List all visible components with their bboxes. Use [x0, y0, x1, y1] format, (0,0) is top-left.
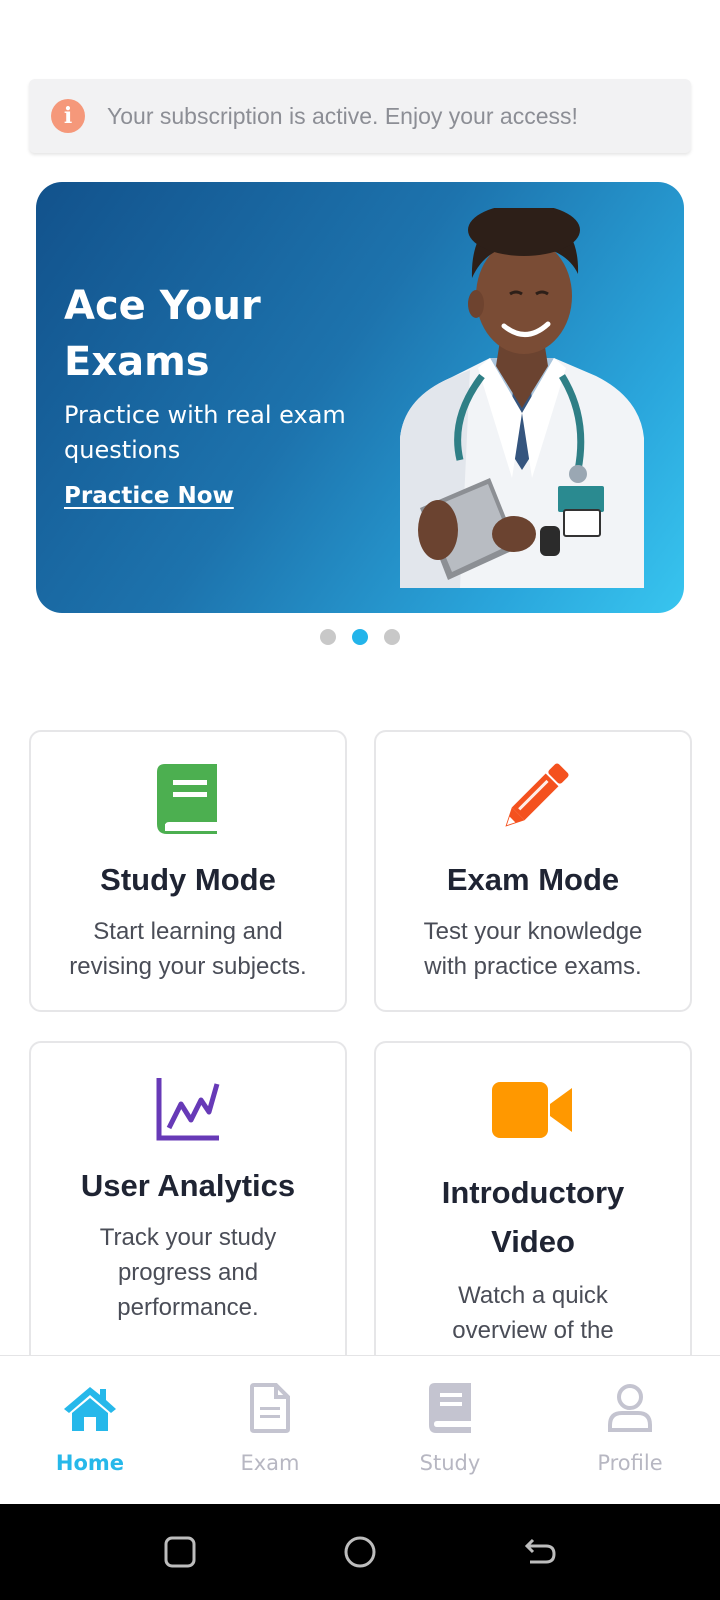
banner-title: Ace Your Exams: [64, 283, 261, 385]
carousel-dot-3[interactable]: [384, 629, 400, 645]
bottom-navigation: Home Exam Study Profile: [0, 1355, 720, 1504]
study-mode-title: Study Mode: [100, 862, 276, 897]
nav-study[interactable]: Study: [360, 1356, 540, 1505]
video-camera-icon: [492, 1082, 572, 1138]
system-navigation-bar: [0, 1504, 720, 1600]
carousel-dot-1[interactable]: [320, 629, 336, 645]
practice-now-link[interactable]: Practice Now: [64, 483, 234, 509]
exam-mode-title: Exam Mode: [446, 862, 620, 897]
user-analytics-card[interactable]: User Analytics Track your study progress…: [29, 1041, 347, 1355]
nav-profile-label: Profile: [597, 1451, 663, 1475]
nav-home-label: Home: [55, 1451, 125, 1475]
study-mode-description: Start learning and revising your subject…: [69, 918, 307, 980]
user-icon: [608, 1384, 652, 1432]
back-icon[interactable]: [522, 1534, 558, 1570]
chart-line-icon: [156, 1078, 220, 1141]
user-analytics-description: Track your study progress and performanc…: [99, 1224, 277, 1321]
nav-study-label: Study: [419, 1451, 481, 1475]
nav-home[interactable]: Home: [0, 1356, 180, 1505]
nav-exam-label: Exam: [240, 1451, 300, 1475]
exam-mode-card[interactable]: Exam Mode Test your knowledge with pract…: [374, 730, 692, 1012]
nav-exam[interactable]: Exam: [180, 1356, 360, 1505]
home-scroll-area[interactable]: i Your subscription is active. Enjoy you…: [0, 0, 720, 1355]
carousel-indicator: [0, 629, 720, 645]
exam-mode-description: Test your knowledge with practice exams.: [423, 918, 643, 980]
home-icon: [64, 1387, 116, 1431]
document-icon: [250, 1383, 290, 1433]
carousel-dot-2[interactable]: [352, 629, 368, 645]
introductory-video-description: Watch a quick overview of the platform.: [452, 1282, 614, 1355]
recent-apps-icon[interactable]: [162, 1534, 198, 1570]
info-icon: i: [51, 99, 85, 133]
introductory-video-title: Introductory Video: [441, 1175, 625, 1259]
notice-text: Your subscription is active. Enjoy your …: [107, 102, 578, 129]
introductory-video-card[interactable]: Introductory Video Watch a quick overvie…: [374, 1041, 692, 1355]
book-icon: [429, 1383, 471, 1433]
promo-banner[interactable]: Ace Your Exams Practice with real exam q…: [36, 182, 684, 613]
doctor-illustration: [400, 208, 644, 588]
banner-subtitle: Practice with real exam questions: [64, 401, 346, 464]
subscription-notice: i Your subscription is active. Enjoy you…: [29, 79, 691, 153]
study-mode-card[interactable]: Study Mode Start learning and revising y…: [29, 730, 347, 1012]
nav-profile[interactable]: Profile: [540, 1356, 720, 1505]
pencil-icon: [505, 763, 569, 827]
home-circle-icon[interactable]: [342, 1534, 378, 1570]
book-icon: [157, 764, 217, 834]
user-analytics-title: User Analytics: [80, 1168, 296, 1203]
